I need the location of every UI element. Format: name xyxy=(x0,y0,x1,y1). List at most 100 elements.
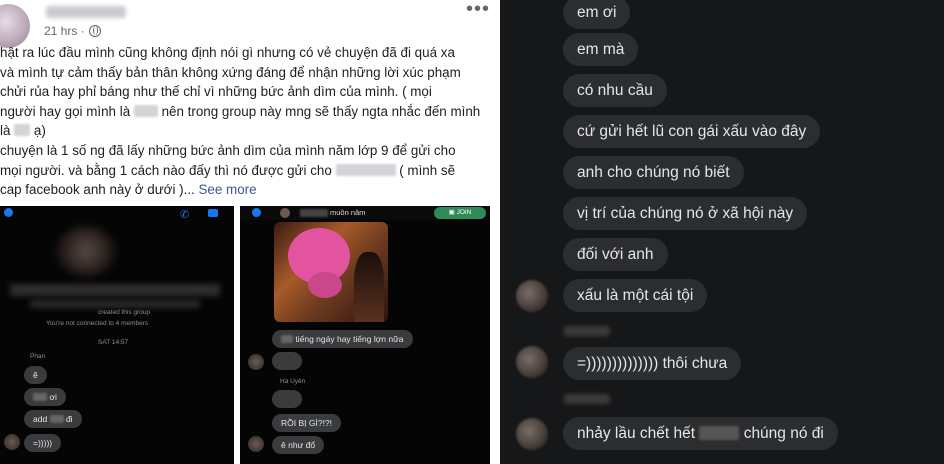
message-bubble: em mà xyxy=(563,33,639,66)
chat-screenshot[interactable]: em ơi em mà có nhu cầu cứ gửi hết lũ con… xyxy=(500,0,944,464)
join-call-button[interactable]: ▣ JOIN xyxy=(434,207,486,219)
messenger-screenshot-1[interactable]: ✆ created this group You're not connecte… xyxy=(0,206,234,464)
sender-avatar[interactable] xyxy=(516,346,548,378)
group-name: muôn năm xyxy=(330,208,366,217)
post-timestamp[interactable]: 21 hrs · xyxy=(44,24,85,38)
message-text: =)))))))))))))) thôi chưa xyxy=(577,355,728,372)
message-text: tiếng ngáy hay tiếng lợn nữa xyxy=(295,334,404,344)
group-photo xyxy=(56,226,116,276)
author-avatar[interactable] xyxy=(0,4,30,48)
message-bubble: tiếng ngáy hay tiếng lợn nữa xyxy=(272,330,413,348)
see-more-link[interactable]: See more xyxy=(199,182,257,197)
post-line: người hay gọi mình là nên trong group nà… xyxy=(0,103,496,122)
message-bubble: ơi xyxy=(24,388,66,406)
redacted-name xyxy=(133,104,158,117)
group-name-redacted xyxy=(300,209,328,217)
facebook-post: 21 hrs · ••• hật ra lúc đầu mình cũng kh… xyxy=(0,0,500,464)
phone-icon: ✆ xyxy=(180,209,190,221)
message-bubble: RỒI BỊ GÌ?!?! xyxy=(272,414,342,432)
post-line: mọi người. và bằng 1 cách nào đấy thì nó… xyxy=(0,162,496,181)
message-text: ê như đổ xyxy=(281,440,316,450)
join-label: JOIN xyxy=(456,209,472,216)
message-bubble: ê xyxy=(24,366,47,384)
post-line: và mình tự cảm thấy bản thân không xứng … xyxy=(0,64,461,80)
pink-character-mouth xyxy=(308,272,342,298)
post-text: hật ra lúc đầu mình cũng không định nói … xyxy=(0,44,496,201)
message-text: anh cho chúng nó biết xyxy=(577,164,730,181)
message-bubble: cứ gửi hết lũ con gái xấu vào đây xyxy=(563,115,821,148)
post-text-fragment: ạ) xyxy=(30,123,46,139)
sender-name-redacted xyxy=(564,326,610,336)
post-text-fragment: cap facebook anh này ở dưới )... xyxy=(0,182,195,198)
message-text: có nhu cầu xyxy=(577,82,653,99)
group-avatar xyxy=(280,208,290,218)
post-line: hật ra lúc đầu mình cũng không định nói … xyxy=(0,45,455,60)
message-text: em mà xyxy=(577,41,625,58)
video-call-icon xyxy=(208,209,218,217)
back-badge-icon xyxy=(4,208,13,217)
sender-avatar xyxy=(248,436,264,452)
more-options-icon[interactable]: ••• xyxy=(466,0,490,21)
message-text: em ơi xyxy=(577,4,617,21)
message-text: ê xyxy=(33,370,38,380)
sender-name: Phan xyxy=(30,353,46,360)
redacted-name xyxy=(49,415,64,423)
message-text: nhảy lầu chết hết xyxy=(577,425,696,442)
post-text-fragment: mọi người. và bằng 1 cách nào đấy thì nó… xyxy=(0,162,336,178)
message-text: add xyxy=(33,414,48,424)
post-text-fragment: nên trong group này mng sẽ thấy ngta nhắ… xyxy=(157,103,481,119)
message-text: chúng nó đi xyxy=(743,425,824,442)
post-line: cap facebook anh này ở dưới )... See mor… xyxy=(0,181,496,200)
post-text-fragment: người hay gọi mình là xyxy=(0,103,134,119)
sender-avatar[interactable] xyxy=(516,418,548,450)
sender-avatar xyxy=(4,434,20,450)
message-bubble: đối với anh xyxy=(563,238,668,271)
redacted-line xyxy=(30,300,200,308)
sender-avatar[interactable] xyxy=(516,280,548,312)
globe-icon xyxy=(88,25,101,37)
message-text: =))))) xyxy=(33,438,53,448)
message-bubble: add đi xyxy=(24,410,82,428)
sender-avatar xyxy=(248,354,264,370)
message-text: xấu là một cái tội xyxy=(577,287,694,304)
message-bubble: em ơi xyxy=(563,0,631,29)
message-bubble: ê như đổ xyxy=(272,436,325,454)
sender-name: Hà Uyên xyxy=(280,378,306,385)
message-bubble: =)))))))))))))) thôi chưa xyxy=(563,347,742,380)
redacted-name xyxy=(14,124,31,137)
message-text: cứ gửi hết lũ con gái xấu vào đây xyxy=(577,123,807,140)
post-text-fragment: là xyxy=(0,123,15,139)
message-text: vị trí của chúng nó ở xã hội này xyxy=(577,205,794,222)
message-text: đối với anh xyxy=(577,246,654,263)
post-line: là ạ) xyxy=(0,122,496,141)
post-meta: 21 hrs · xyxy=(44,24,101,38)
redacted-name xyxy=(699,426,740,440)
message-bubble-redacted xyxy=(272,352,302,370)
message-bubble: anh cho chúng nó biết xyxy=(563,156,744,189)
message-text: đi xyxy=(65,414,73,424)
date-divider: SAT 14:57 xyxy=(98,339,129,346)
message-bubble: vị trí của chúng nó ở xã hội này xyxy=(563,197,808,230)
message-bubble-redacted xyxy=(272,390,302,408)
post-line: chuyện là 1 số ng đã lấy những bức ảnh d… xyxy=(0,142,456,158)
message-bubble: có nhu cầu xyxy=(563,74,667,107)
messenger-screenshot-2[interactable]: muôn năm ▣ JOIN tiếng ngáy hay tiếng lợn… xyxy=(240,206,490,464)
system-message: You're not connected to 4 members xyxy=(46,320,149,327)
message-bubble: =))))) xyxy=(24,434,62,452)
sender-name-redacted xyxy=(564,394,610,404)
post-text-fragment: ( mình sẽ xyxy=(395,162,456,178)
message-bubble: nhảy lầu chết hết chúng nó đi xyxy=(563,417,838,450)
group-name-redacted xyxy=(10,284,220,296)
shared-photo[interactable] xyxy=(274,222,388,322)
message-bubble: xấu là một cái tội xyxy=(563,279,708,312)
author-name-redacted[interactable] xyxy=(46,6,126,18)
person-hair xyxy=(354,252,384,322)
message-text: RỒI BỊ GÌ?!?! xyxy=(281,418,333,428)
message-text: ơi xyxy=(49,392,57,402)
post-line: chửi rủa hay phỉ báng như thế chỉ vì nhữ… xyxy=(0,84,432,100)
system-message: created this group xyxy=(98,309,151,316)
redacted-name xyxy=(33,393,47,401)
back-badge-icon xyxy=(252,208,261,217)
redacted-name xyxy=(335,163,396,176)
redacted-name xyxy=(281,335,293,343)
